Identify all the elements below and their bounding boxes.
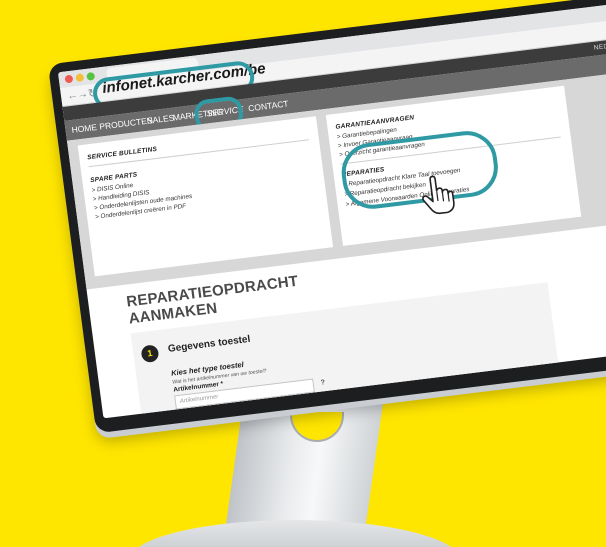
monitor-bezel: ← → ↻ infonet.karcher.com/be ☆ ⋮ NEDERLA… [47,0,606,434]
step-title: Gegevens toestel [167,333,251,355]
menu-panel-left: SERVICE BULLETINS SPARE PARTS > DISIS On… [77,116,334,277]
browser-window: ← → ↻ infonet.karcher.com/be ☆ ⋮ NEDERLA… [57,0,606,419]
minimize-window-icon[interactable] [75,73,85,83]
nav-sales[interactable]: SALES [146,113,175,126]
nav-contact[interactable]: CONTACT [248,98,289,113]
language-selector[interactable]: NEDERLANDS [593,39,606,52]
monitor-foot [130,520,460,547]
pointer-hand-icon [422,175,455,215]
help-question-icon[interactable]: ? [320,379,325,386]
step-number-badge: 1 [140,344,160,364]
maximize-window-icon[interactable] [86,71,96,81]
scene: ⤢ ← → ↻ infonet.karcher.com/be ☆ [0,0,606,547]
close-window-icon[interactable] [64,74,74,84]
nav-producten[interactable]: PRODUCTEN [99,115,154,131]
nav-home[interactable]: HOME [71,122,98,135]
monitor: ← → ↻ infonet.karcher.com/be ☆ ⋮ NEDERLA… [40,0,606,434]
